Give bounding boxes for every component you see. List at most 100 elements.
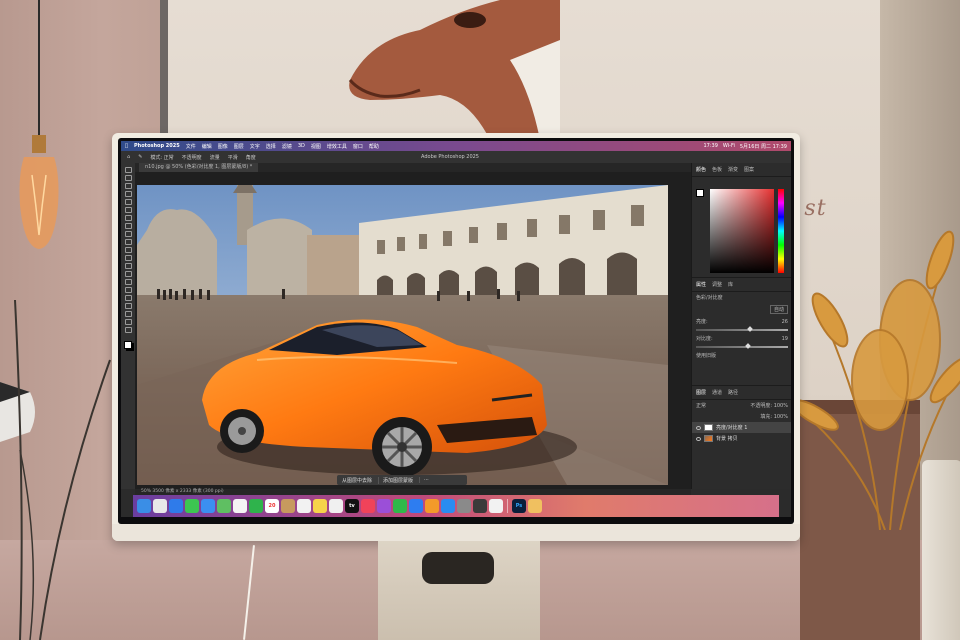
- tab-gradients[interactable]: 渐变: [728, 166, 738, 173]
- maps-icon[interactable]: [217, 499, 231, 513]
- history-brush-icon[interactable]: [124, 247, 132, 253]
- tab-swatches[interactable]: 色板: [712, 166, 722, 173]
- contacts-icon[interactable]: [281, 499, 295, 513]
- blur-tool-icon[interactable]: [124, 271, 132, 277]
- apple-icon[interactable]: : [125, 143, 128, 149]
- foreground-color-swatch[interactable]: [124, 341, 132, 349]
- menu-image[interactable]: 图像: [218, 143, 228, 150]
- hue-slider[interactable]: [778, 189, 784, 273]
- option-mode[interactable]: 模式: 正常: [150, 154, 173, 161]
- podcasts-icon[interactable]: [377, 499, 391, 513]
- photoshop-icon[interactable]: Ps: [512, 499, 526, 513]
- marquee-tool-icon[interactable]: [124, 175, 132, 181]
- menu-type[interactable]: 文字: [250, 143, 260, 150]
- tab-libraries[interactable]: 库: [728, 281, 733, 288]
- layer-row[interactable]: 背景 拷贝: [692, 433, 791, 444]
- brush-tool-icon[interactable]: [124, 231, 132, 237]
- hand-tool-icon[interactable]: [124, 319, 132, 325]
- use-legacy-checkbox[interactable]: 使用旧版: [696, 352, 716, 359]
- brush-tool-icon[interactable]: ✎: [138, 154, 142, 160]
- option-flow[interactable]: 流量: [210, 154, 220, 161]
- layer-row[interactable]: 亮度/对比度 1: [692, 422, 791, 433]
- reminders-icon[interactable]: [297, 499, 311, 513]
- tab-layers[interactable]: 图层: [696, 389, 706, 396]
- tab-color[interactable]: 颜色: [696, 166, 706, 173]
- eye-icon[interactable]: [696, 425, 701, 430]
- menu-plugins[interactable]: 增效工具: [327, 143, 347, 150]
- tab-channels[interactable]: 通道: [712, 389, 722, 396]
- pages-icon[interactable]: [425, 499, 439, 513]
- menubar-date[interactable]: 5月16日 周二 17:39: [740, 143, 787, 150]
- zoom-tool-icon[interactable]: [124, 327, 132, 333]
- auto-button[interactable]: 自动: [769, 305, 788, 314]
- tab-patterns[interactable]: 图案: [744, 166, 754, 173]
- menu-3d[interactable]: 3D: [298, 143, 305, 149]
- dodge-tool-icon[interactable]: [124, 279, 132, 285]
- numbers-icon[interactable]: [393, 499, 407, 513]
- eyedropper-tool-icon[interactable]: [124, 215, 132, 221]
- calendar-icon[interactable]: 20: [265, 499, 279, 513]
- photos-icon[interactable]: [233, 499, 247, 513]
- remove-from-layer-button[interactable]: 从图层中去除: [342, 477, 372, 484]
- freeform-icon[interactable]: [329, 499, 343, 513]
- facetime-icon[interactable]: [249, 499, 263, 513]
- healing-tool-icon[interactable]: [124, 223, 132, 229]
- option-angle[interactable]: 角度: [246, 154, 256, 161]
- option-opacity[interactable]: 不透明度: [182, 154, 202, 161]
- canvas-photo[interactable]: [137, 185, 668, 485]
- type-tool-icon[interactable]: [124, 295, 132, 301]
- safari-icon[interactable]: [169, 499, 183, 513]
- system-settings-icon[interactable]: [457, 499, 471, 513]
- document-tab[interactable]: n10.jpg @ 50% (色彩/对比度 1, 图层蒙版/8) *: [139, 163, 259, 172]
- menu-window[interactable]: 窗口: [353, 143, 363, 150]
- home-icon[interactable]: ⌂: [127, 154, 130, 160]
- more-options-icon[interactable]: ⋯: [419, 477, 429, 483]
- finder-2-icon[interactable]: [528, 499, 542, 513]
- brightness-slider-knob[interactable]: [746, 326, 753, 332]
- frame-tool-icon[interactable]: [124, 207, 132, 213]
- tab-properties[interactable]: 属性: [696, 281, 706, 288]
- color-picker-field[interactable]: [710, 189, 774, 273]
- crop-tool-icon[interactable]: [124, 199, 132, 205]
- option-smoothing[interactable]: 平滑: [228, 154, 238, 161]
- eye-icon[interactable]: [696, 436, 701, 441]
- fill-field[interactable]: 填充: 100%: [760, 413, 788, 420]
- move-tool-icon[interactable]: [124, 167, 132, 173]
- finder-icon[interactable]: [137, 499, 151, 513]
- music-icon[interactable]: [361, 499, 375, 513]
- wifi-icon[interactable]: Wi-Fi: [723, 143, 735, 150]
- add-layer-mask-button[interactable]: 添加图层蒙版: [378, 476, 413, 484]
- messages-icon[interactable]: [185, 499, 199, 513]
- menubar-app-name[interactable]: Photoshop 2025: [134, 143, 180, 149]
- blend-mode-select[interactable]: 正常: [696, 402, 706, 409]
- object-select-tool-icon[interactable]: [124, 191, 132, 197]
- menu-help[interactable]: 帮助: [369, 143, 379, 150]
- menu-edit[interactable]: 编辑: [202, 143, 212, 150]
- lasso-tool-icon[interactable]: [124, 183, 132, 189]
- menu-layer[interactable]: 图层: [234, 143, 244, 150]
- stamp-tool-icon[interactable]: [124, 239, 132, 245]
- iphone-mirroring-icon[interactable]: [473, 499, 487, 513]
- keynote-icon[interactable]: [409, 499, 423, 513]
- tab-adjustments[interactable]: 调整: [712, 281, 722, 288]
- brightness-slider[interactable]: [696, 326, 788, 332]
- menu-filter[interactable]: 滤镜: [282, 143, 292, 150]
- contrast-slider-knob[interactable]: [744, 343, 751, 349]
- mail-icon[interactable]: [201, 499, 215, 513]
- chrome-icon[interactable]: [489, 499, 503, 513]
- notes-icon[interactable]: [313, 499, 327, 513]
- brightness-value[interactable]: 26: [782, 319, 788, 325]
- menu-select[interactable]: 选择: [266, 143, 276, 150]
- menubar-clock[interactable]: 17:39: [704, 143, 718, 150]
- path-select-icon[interactable]: [124, 303, 132, 309]
- gradient-tool-icon[interactable]: [124, 263, 132, 269]
- opacity-field[interactable]: 不透明度: 100%: [750, 402, 788, 409]
- contrast-slider[interactable]: [696, 343, 788, 349]
- shape-tool-icon[interactable]: [124, 311, 132, 317]
- tab-paths[interactable]: 路径: [728, 389, 738, 396]
- pen-tool-icon[interactable]: [124, 287, 132, 293]
- launchpad-icon[interactable]: [153, 499, 167, 513]
- foreground-swatch[interactable]: [696, 189, 704, 197]
- app-store-icon[interactable]: [441, 499, 455, 513]
- eraser-tool-icon[interactable]: [124, 255, 132, 261]
